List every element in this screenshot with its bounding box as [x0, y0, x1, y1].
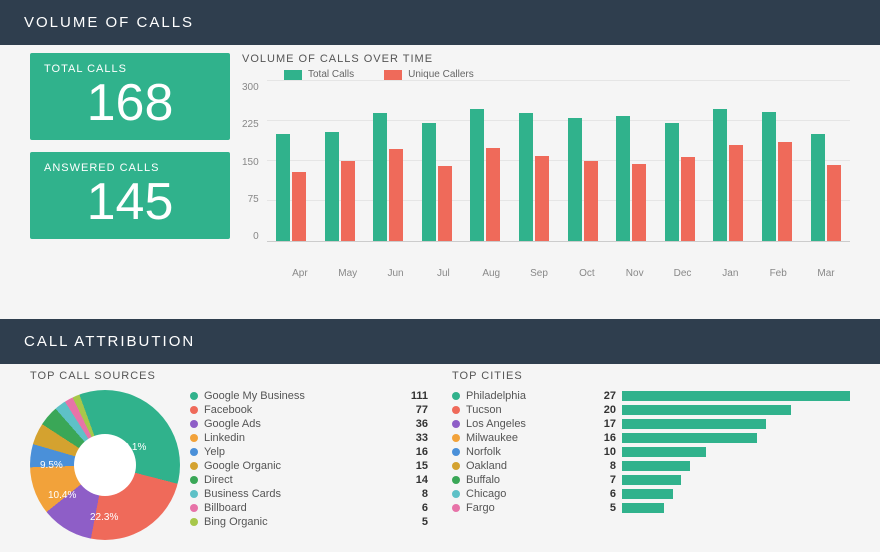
source-row: Direct14	[190, 474, 428, 486]
bar	[292, 172, 306, 241]
volume-chart-title: VOLUME OF CALLS OVER TIME	[242, 53, 850, 65]
top-cities-panel: TOP CITIES Philadelphia27 Tucson20 Los Ang…	[452, 370, 850, 540]
volume-chart-x-axis: AprMayJunJulAugSepOctNovDecJanFebMar	[276, 268, 850, 279]
top-cities-title: TOP CITIES	[452, 370, 850, 382]
bar	[325, 132, 339, 241]
bar	[389, 149, 403, 241]
city-row: Chicago6	[452, 488, 850, 500]
source-row: Google Organic15	[190, 460, 428, 472]
source-row: Google My Business111	[190, 390, 428, 402]
city-row: Tucson20	[452, 404, 850, 416]
bar	[632, 164, 646, 241]
legend-item: Unique Callers	[384, 69, 474, 80]
bar-group	[371, 113, 405, 241]
donut-slice-label: 9.5%	[40, 460, 63, 471]
city-row: Milwaukee16	[452, 432, 850, 444]
bar-group	[420, 123, 454, 241]
bar-group	[711, 109, 745, 241]
bar	[778, 142, 792, 241]
bar-group	[809, 134, 843, 241]
bar	[681, 157, 695, 241]
bar	[584, 161, 598, 241]
sources-donut-chart: 32.1% 22.3% 10.4% 9.5%	[30, 390, 180, 540]
bar-group	[614, 116, 648, 241]
donut-slice-label: 32.1%	[118, 442, 146, 453]
bar-group	[274, 134, 308, 241]
volume-chart-legend: Total Calls Unique Callers	[242, 69, 850, 80]
top-sources-title: TOP CALL SOURCES	[30, 370, 428, 382]
bar	[438, 166, 452, 241]
kpi-total-calls: TOTAL CALLS 168	[30, 53, 230, 140]
legend-item: Total Calls	[284, 69, 354, 80]
volume-chart-plot	[267, 82, 850, 242]
kpi-answered-value: 145	[44, 174, 216, 231]
source-row: Billboard6	[190, 502, 428, 514]
attribution-section-header: CALL ATTRIBUTION	[0, 319, 880, 364]
bar	[811, 134, 825, 241]
bar-group	[663, 123, 697, 241]
city-row: Fargo5	[452, 502, 850, 514]
bar-group	[323, 132, 357, 241]
donut-slice-label: 10.4%	[48, 490, 76, 501]
bar	[373, 113, 387, 241]
bar	[568, 118, 582, 241]
bar	[535, 156, 549, 241]
city-row: Los Angeles17	[452, 418, 850, 430]
bar	[276, 134, 290, 241]
kpi-answered-calls: ANSWERED CALLS 145	[30, 152, 230, 239]
city-row: Oakland8	[452, 460, 850, 472]
bar-group	[566, 118, 600, 241]
bar-group	[468, 109, 502, 241]
sources-list: Google My Business111 Facebook77 Google Ad…	[190, 390, 428, 540]
source-row: Facebook77	[190, 404, 428, 416]
volume-section: TOTAL CALLS 168 ANSWERED CALLS 145 VOLUM…	[0, 45, 880, 279]
bar	[762, 112, 776, 241]
source-row: Google Ads36	[190, 418, 428, 430]
bar-group	[760, 112, 794, 241]
city-row: Philadelphia27	[452, 390, 850, 402]
bar	[665, 123, 679, 241]
source-row: Bing Organic5	[190, 516, 428, 528]
bar	[729, 145, 743, 241]
donut-slice-label: 22.3%	[90, 512, 118, 523]
bar	[341, 161, 355, 241]
cities-list: Philadelphia27 Tucson20 Los Angeles17 Milwa…	[452, 390, 850, 514]
kpi-total-value: 168	[44, 75, 216, 132]
volume-chart-panel: VOLUME OF CALLS OVER TIME Total Calls Uni…	[242, 53, 850, 279]
bar	[519, 113, 533, 241]
volume-chart-y-axis: 300225150750	[242, 82, 267, 242]
bar	[827, 165, 841, 241]
bar	[616, 116, 630, 241]
bar	[713, 109, 727, 241]
city-row: Norfolk10	[452, 446, 850, 458]
source-row: Yelp16	[190, 446, 428, 458]
source-row: Linkedin33	[190, 432, 428, 444]
bar	[486, 148, 500, 241]
attribution-section: TOP CALL SOURCES 32.1% 22.3% 10.4% 9.5% …	[0, 364, 880, 540]
bar-group	[517, 113, 551, 241]
volume-section-header: VOLUME OF CALLS	[0, 0, 880, 45]
city-row: Buffalo7	[452, 474, 850, 486]
bar	[422, 123, 436, 241]
source-row: Business Cards8	[190, 488, 428, 500]
bar	[470, 109, 484, 241]
top-sources-panel: TOP CALL SOURCES 32.1% 22.3% 10.4% 9.5% …	[30, 370, 428, 540]
